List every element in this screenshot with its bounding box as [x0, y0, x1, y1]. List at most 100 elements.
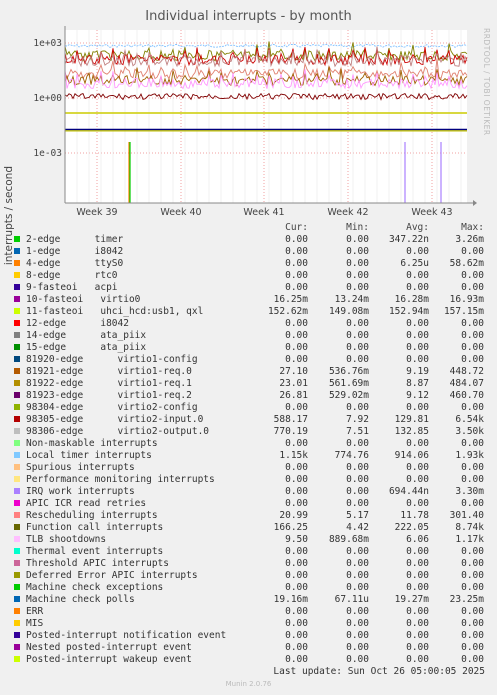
legend-row: Thermal event interrupts 0.00 0.00 0.00 0.00: [12, 546, 490, 558]
legend-cur-value: 0.00: [285, 438, 308, 449]
legend-row: 11-fasteoi uhci_hcd:usb1, qxl 152.62m 149.…: [12, 306, 490, 318]
legend-row: Posted-interrupt wakeup event 0.00 0.00 0.0…: [12, 654, 490, 666]
legend-max-value: 0.00: [461, 642, 484, 653]
legend-series-name: TLB shootdowns: [26, 534, 107, 545]
legend-swatch: [14, 332, 20, 338]
legend-cur-value: 0.00: [285, 606, 308, 617]
legend-swatch: [14, 416, 20, 422]
legend-cur-value: 0.00: [285, 258, 308, 269]
legend-series-name: Spurious interrupts: [26, 462, 135, 473]
legend-series-name: Function call interrupts: [26, 522, 164, 533]
legend-swatch: [14, 356, 20, 362]
legend-swatch: [14, 392, 20, 398]
legend-cur-value: 0.00: [285, 246, 308, 257]
legend-series-name: Performance monitoring interrupts: [26, 474, 215, 485]
legend-swatch: [14, 524, 20, 530]
legend-row: Performance monitoring interrupts 0.00 0.0…: [12, 474, 490, 486]
legend-swatch: [14, 260, 20, 266]
legend-swatch: [14, 572, 20, 578]
legend-max-value: 3.30m: [455, 486, 484, 497]
legend-series-name: 14-edge ata_piix: [26, 330, 147, 341]
x-tick-label: Week 39: [76, 207, 117, 218]
legend-swatch: [14, 608, 20, 614]
legend-series-name: Posted-interrupt notification event: [26, 630, 227, 641]
legend-series-name: 12-edge i8042: [26, 318, 129, 329]
legend-max-value: 0.00: [461, 618, 484, 629]
legend-max-value: 6.54k: [455, 414, 484, 425]
legend-row: MIS 0.00 0.00 0.00 0.00: [12, 618, 490, 630]
legend-row: Nested posted-interrupt event 0.00 0.00 0.0…: [12, 642, 490, 654]
legend-row: 2-edge timer 0.00 0.00 347.22n 3.26m: [12, 234, 490, 246]
legend-row: Threshold APIC interrupts 0.00 0.00 0.00 0.0…: [12, 558, 490, 570]
legend-row: 15-edge ata_piix 0.00 0.00 0.00 0.00: [12, 342, 490, 354]
header-cur: Cur:: [285, 222, 308, 233]
legend-max-value: 0.00: [461, 498, 484, 509]
legend-max-value: 3.26m: [455, 234, 484, 245]
legend-cur-value: 588.17: [273, 414, 308, 425]
legend-max-value: 0.00: [461, 402, 484, 413]
legend-swatch: [14, 656, 20, 662]
legend-series-name: Non-maskable interrupts: [26, 438, 158, 449]
legend-swatch: [14, 380, 20, 386]
legend-series-name: MIS: [26, 618, 44, 629]
legend-cur-value: 0.00: [285, 462, 308, 473]
legend-cur-value: 0.00: [285, 318, 308, 329]
legend-cur-value: 770.19: [273, 426, 308, 437]
legend-row: Function call interrupts 166.25 4.42 222.05…: [12, 522, 490, 534]
legend-max-value: 23.25m: [449, 594, 484, 605]
legend-row: 81920-edge virtio1-config 0.00 0.00 0.00 0.0…: [12, 354, 490, 366]
legend-row: 4-edge ttyS0 0.00 0.00 6.25u 58.62m: [12, 258, 490, 270]
legend-swatch: [14, 488, 20, 494]
y-tick-label: 1e-03: [33, 148, 62, 159]
chart-plot: 1e+03 1e+00 1e-03 Week 39 Week 40 Week 41 Week…: [33, 26, 477, 218]
legend-series-name: 1-edge i8042: [26, 246, 124, 257]
legend-cur-value: 0.00: [285, 630, 308, 641]
legend-series-name: 81921-edge virtio1-req.0: [26, 366, 192, 377]
legend-series-name: Posted-interrupt wakeup event: [26, 654, 192, 665]
legend-row: Rescheduling interrupts 20.99 5.17 11.78 301…: [12, 510, 490, 522]
legend-series-name: 9-fasteoi acpi: [26, 282, 118, 293]
legend-row: 98306-edge virtio2-output.0 770.19 7.51 132…: [12, 426, 490, 438]
legend-row: TLB shootdowns 9.50 889.68m 6.06 1.17k: [12, 534, 490, 546]
legend-max-value: 8.74k: [455, 522, 484, 533]
legend-swatch: [14, 320, 20, 326]
legend-max-value: 16.93m: [449, 294, 484, 305]
legend-swatch: [14, 452, 20, 458]
legend-series-name: ERR: [26, 606, 44, 617]
legend-series-name: Deferred Error APIC interrupts: [26, 570, 198, 581]
legend-series-name: Nested posted-interrupt event: [26, 642, 192, 653]
legend-swatch: [14, 248, 20, 254]
munin-version: Munin 2.0.76: [225, 680, 272, 688]
legend-series-name: 81923-edge virtio1-req.2: [26, 390, 192, 401]
legend-series-name: 98305-edge virtio2-input.0: [26, 414, 204, 425]
legend-cur-value: 16.25m: [273, 294, 308, 305]
legend-series-name: 81922-edge virtio1-req.1: [26, 378, 192, 389]
legend-swatch: [14, 284, 20, 290]
legend-swatch: [14, 440, 20, 446]
legend-max-value: 484.07: [449, 378, 484, 389]
legend-swatch: [14, 368, 20, 374]
legend-max-value: 0.00: [461, 438, 484, 449]
legend-cur-value: 27.10: [279, 366, 308, 377]
legend-cur-value: 0.00: [285, 546, 308, 557]
legend-row: 14-edge ata_piix 0.00 0.00 0.00 0.00: [12, 330, 490, 342]
legend-swatch: [14, 296, 20, 302]
legend-max-value: 301.40: [449, 510, 484, 521]
legend-max-value: 0.00: [461, 282, 484, 293]
legend-cur-value: 0.00: [285, 486, 308, 497]
legend-swatch: [14, 500, 20, 506]
legend-max-value: 0.00: [461, 270, 484, 281]
legend-cur-value: 0.00: [285, 582, 308, 593]
legend-cur-value: 0.00: [285, 498, 308, 509]
legend-max-value: 1.17k: [455, 534, 484, 545]
legend-max-value: 0.00: [461, 582, 484, 593]
legend-row: 98305-edge virtio2-input.0 588.17 7.92 129.…: [12, 414, 490, 426]
legend-cur-value: 26.81: [279, 390, 308, 401]
legend-series-name: Threshold APIC interrupts: [26, 558, 169, 569]
legend-cur-value: 0.00: [285, 570, 308, 581]
legend-row: 81921-edge virtio1-req.0 27.10 536.76m 9.19…: [12, 366, 490, 378]
legend-max-value: 58.62m: [449, 258, 484, 269]
legend-cur-value: 0.00: [285, 270, 308, 281]
legend-cur-value: 0.00: [285, 330, 308, 341]
legend-cur-value: 166.25: [273, 522, 308, 533]
